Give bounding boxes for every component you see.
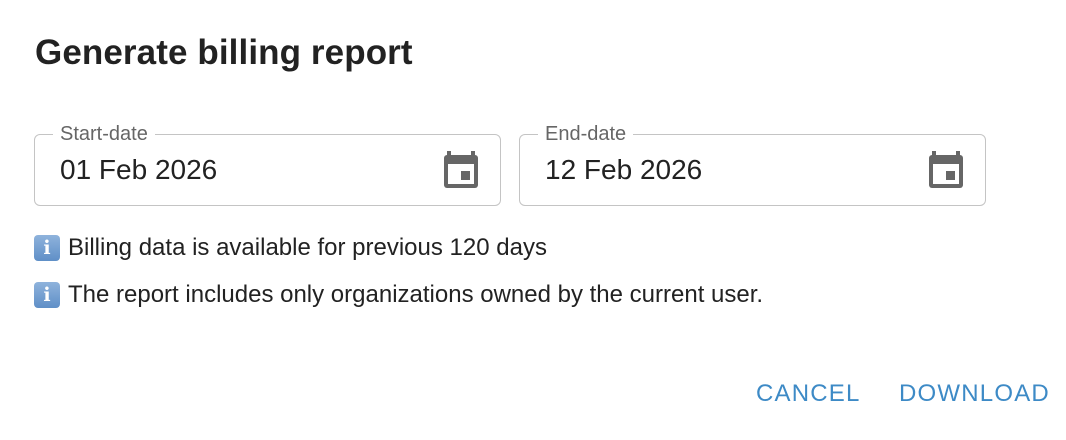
download-button[interactable]: DOWNLOAD — [899, 380, 1050, 408]
info-line-scope: i The report includes only organizations… — [34, 281, 763, 309]
info-icon: i — [34, 235, 60, 261]
info-icon: i — [34, 282, 60, 308]
end-date-value[interactable]: 12 Feb 2026 — [545, 153, 702, 187]
start-date-value[interactable]: 01 Feb 2026 — [60, 153, 217, 187]
start-date-label: Start-date — [53, 121, 155, 147]
end-date-label: End-date — [538, 121, 634, 147]
billing-report-dialog: Generate billing report Start-date 01 Fe… — [0, 0, 1066, 440]
start-date-field[interactable]: Start-date 01 Feb 2026 — [34, 121, 501, 206]
cancel-button[interactable]: CANCEL — [756, 380, 861, 408]
end-date-field[interactable]: End-date 12 Feb 2026 — [519, 121, 986, 206]
info-text: Billing data is available for previous 1… — [68, 234, 547, 261]
info-line-retention: i Billing data is available for previous… — [34, 234, 547, 262]
info-text: The report includes only organizations o… — [68, 281, 764, 308]
calendar-icon[interactable] — [928, 151, 964, 189]
calendar-icon[interactable] — [443, 151, 479, 189]
dialog-title: Generate billing report — [35, 33, 413, 72]
